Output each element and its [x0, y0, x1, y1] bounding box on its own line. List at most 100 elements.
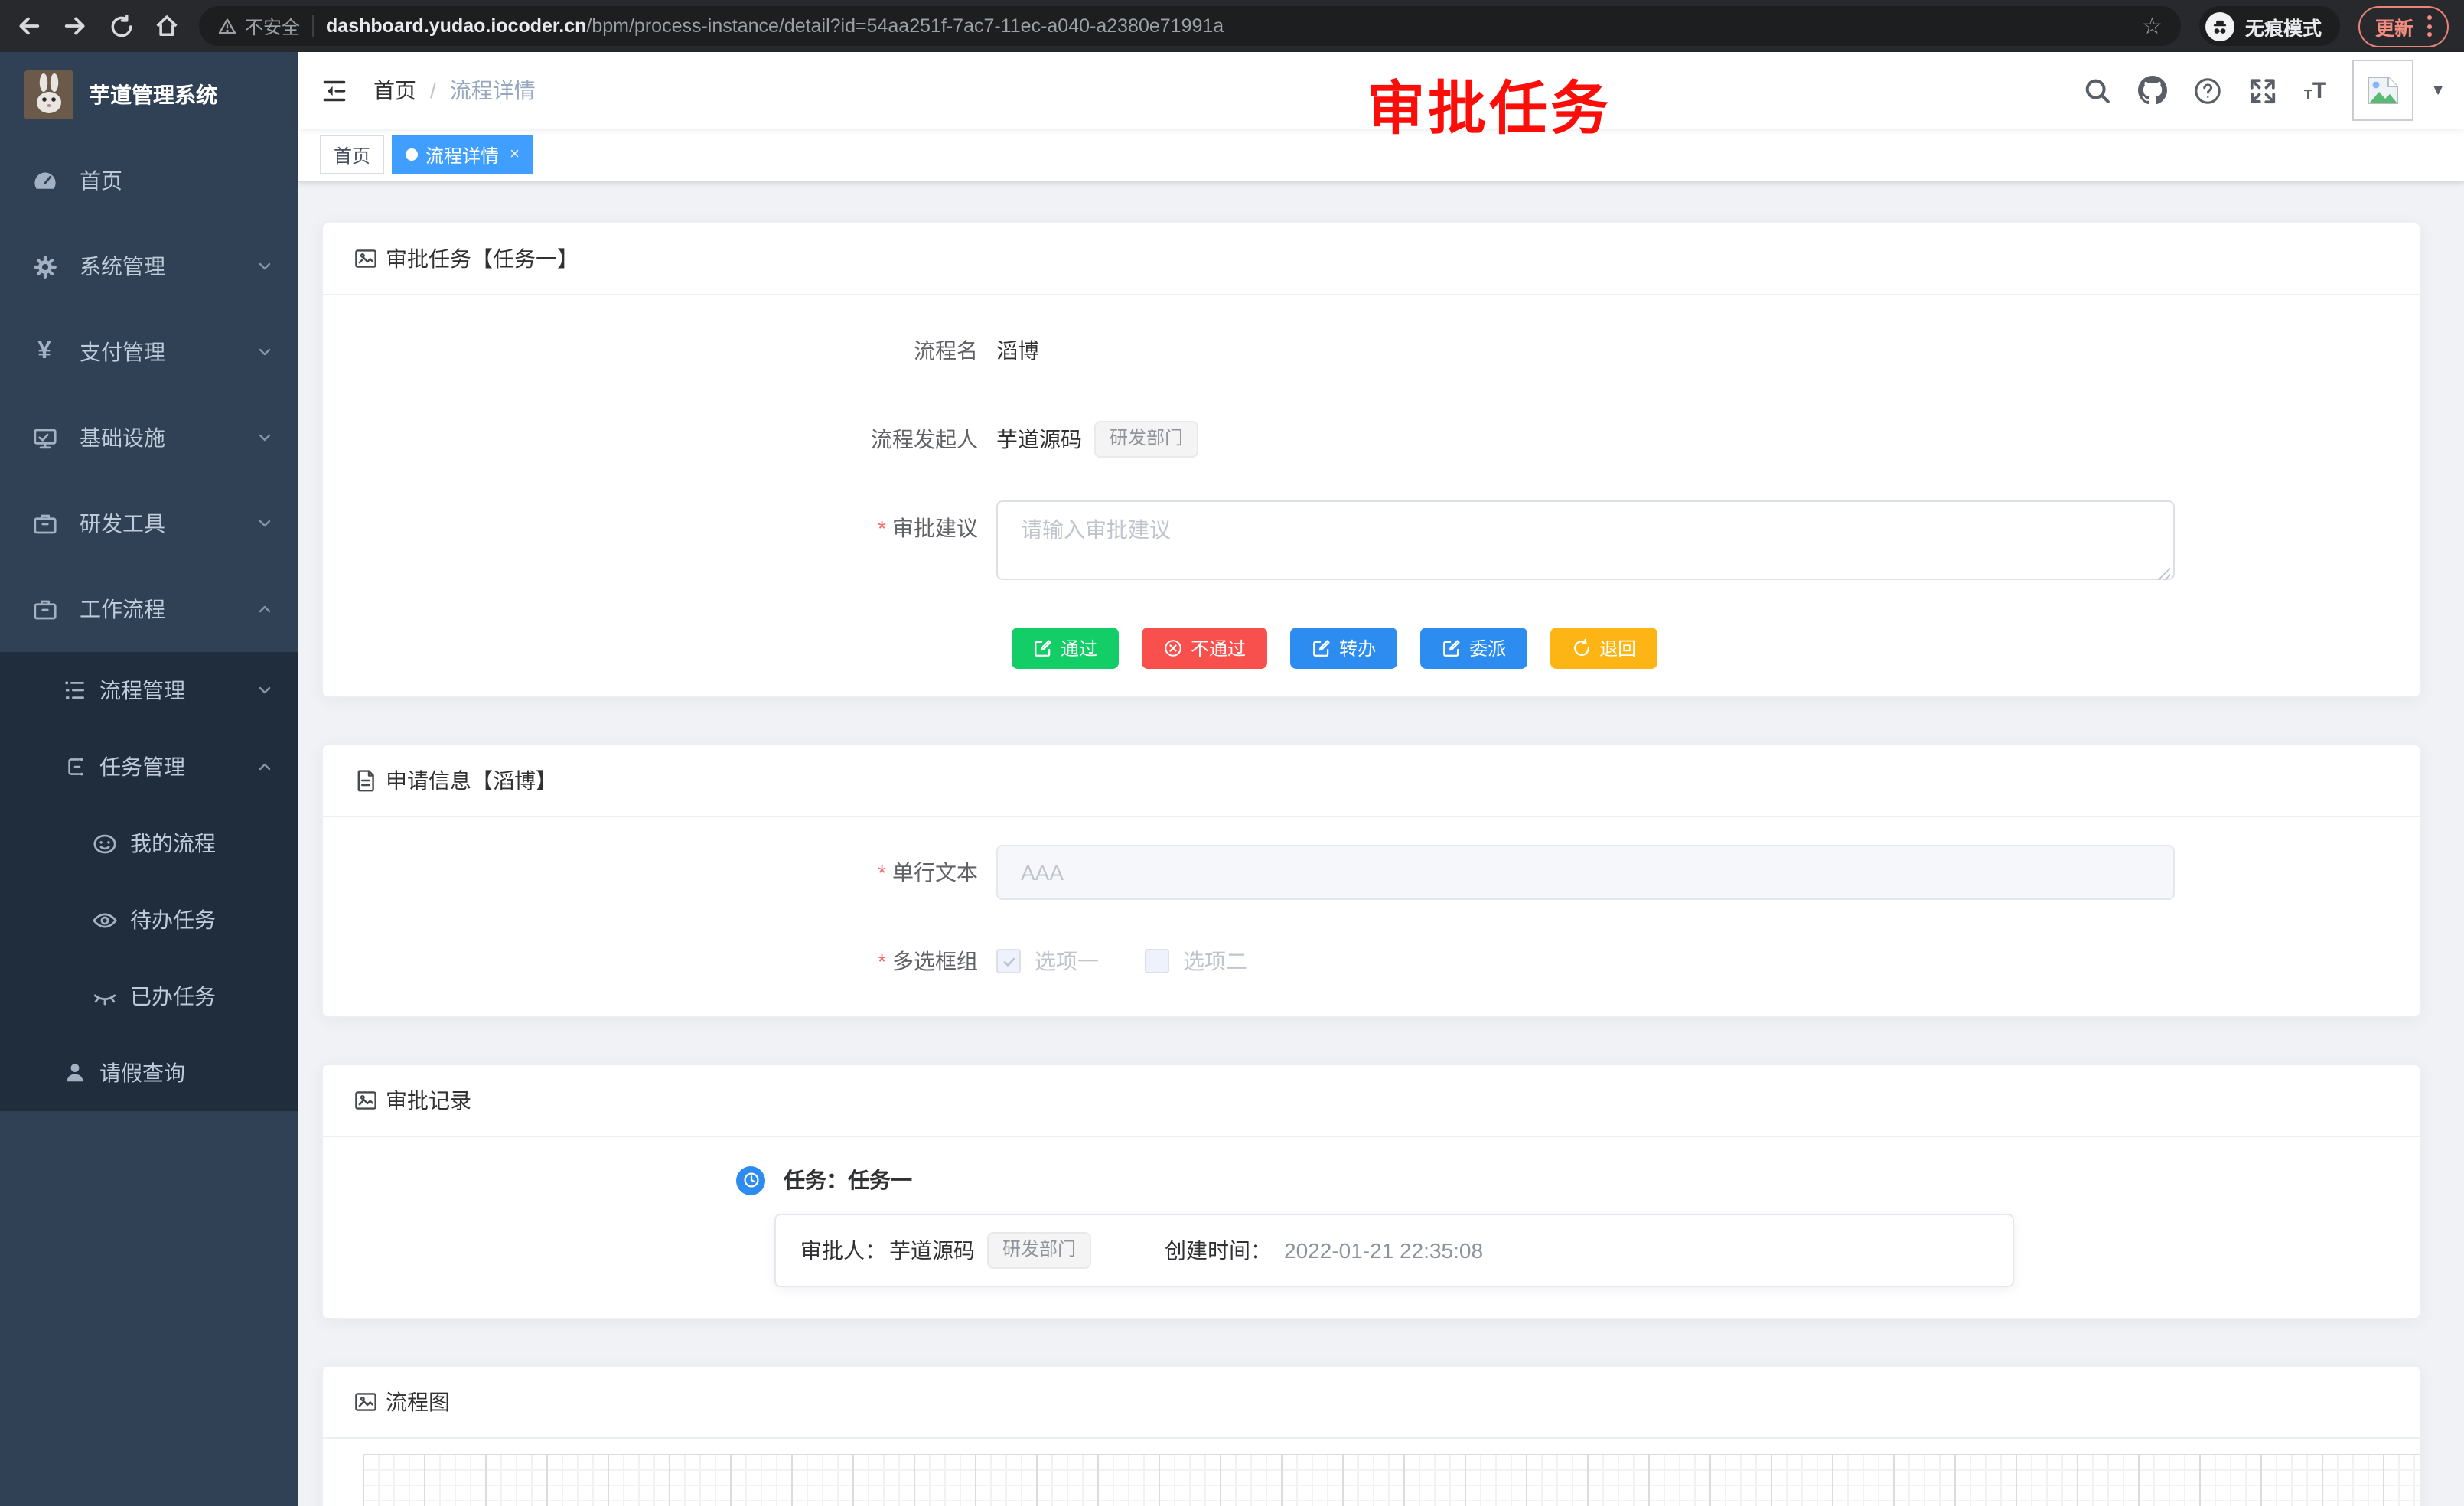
sidebar-item-task-mgmt[interactable]: 任务管理: [0, 729, 298, 805]
list-icon: [61, 677, 87, 703]
checkbox-group: 选项一 选项二: [996, 934, 1247, 989]
security-warning[interactable]: 不安全: [217, 13, 300, 39]
card-title: 审批记录: [386, 1085, 471, 1116]
close-icon[interactable]: ×: [510, 145, 520, 164]
approval-record-card: 审批记录 任务：任务一 审批人：芋道源码 研发部门 创建时间：: [321, 1064, 2421, 1319]
browser-menu-icon[interactable]: [2427, 15, 2432, 37]
incognito-badge: 无痕模式: [2199, 6, 2340, 46]
tag-process-detail[interactable]: 流程详情 ×: [392, 135, 533, 174]
sidebar: 芋道管理系统 首页 系统管理 ¥ 支付管理: [0, 52, 298, 1506]
avatar[interactable]: [2352, 60, 2413, 121]
screen: 不安全 dashboard.yudao.iocoder.cn/bpm/proce…: [0, 0, 2464, 1506]
back-icon[interactable]: [15, 12, 43, 40]
clock-icon: [736, 1165, 765, 1195]
chevron-down-icon: [256, 343, 274, 361]
dashboard-icon: [31, 167, 58, 194]
sidebar-item-label: 已办任务: [130, 981, 216, 1012]
action-buttons: 通过 不通过 转办 委: [1012, 628, 2389, 669]
app-title: 芋道管理系统: [89, 80, 217, 110]
chevron-down-icon: [256, 429, 274, 447]
transfer-button[interactable]: 转办: [1290, 628, 1397, 669]
timeline-item: 任务：任务一: [736, 1165, 2389, 1195]
card-title: 审批任务【任务一】: [386, 243, 579, 274]
edit-icon: [1033, 638, 1053, 658]
reload-icon[interactable]: [107, 12, 135, 40]
opinion-textarea[interactable]: [996, 500, 2175, 580]
circle-close-icon: [1163, 638, 1183, 658]
bpmn-canvas[interactable]: [363, 1454, 2420, 1506]
chevron-down-icon: [256, 257, 274, 275]
field-label: *多选框组: [797, 934, 996, 989]
checkbox-option-2: 选项二: [1145, 934, 1247, 989]
picture-icon: [354, 1088, 378, 1113]
breadcrumb-home[interactable]: 首页: [373, 75, 416, 106]
fullscreen-icon[interactable]: [2249, 76, 2278, 105]
sidebar-item-label: 支付管理: [80, 337, 165, 367]
checkbox-group-row: *多选框组 选项一: [797, 934, 2389, 989]
forward-icon[interactable]: [61, 12, 89, 40]
app-logo-row[interactable]: 芋道管理系统: [0, 52, 298, 138]
navbar-actions: TT ▼: [2084, 60, 2464, 121]
reject-button[interactable]: 不通过: [1142, 628, 1267, 669]
smiley-icon: [92, 830, 118, 856]
sidebar-item-label: 任务管理: [99, 751, 185, 782]
sidebar-item-home[interactable]: 首页: [0, 138, 298, 223]
picture-icon: [354, 1390, 378, 1414]
return-button[interactable]: 退回: [1550, 628, 1657, 669]
sidebar-item-label: 请假查询: [99, 1058, 185, 1088]
sidebar-toggle-icon[interactable]: [298, 52, 370, 129]
home-icon[interactable]: [153, 12, 181, 40]
urlbar-divider: [312, 15, 314, 37]
picture-icon: [354, 246, 378, 271]
application-info-card: 申请信息【滔博】 *单行文本 *多选框组: [321, 744, 2421, 1018]
card-header: 审批记录: [323, 1065, 2420, 1137]
opinion-row: *审批建议: [797, 500, 2389, 588]
red-annotation-text: 审批任务: [1367, 61, 1612, 145]
github-icon[interactable]: [2139, 76, 2168, 105]
checkbox-option-1: 选项一: [996, 934, 1099, 989]
update-label: 更新: [2375, 11, 2413, 41]
browser-update-button[interactable]: 更新: [2358, 5, 2449, 47]
address-bar[interactable]: 不安全 dashboard.yudao.iocoder.cn/bpm/proce…: [199, 6, 2181, 46]
required-asterisk: *: [878, 516, 886, 540]
checkbox-checked-icon: [996, 949, 1021, 973]
workflow-submenu: 流程管理 任务管理 我的流程: [0, 652, 298, 1111]
sidebar-item-todo-tasks[interactable]: 待办任务: [0, 882, 298, 958]
checkbox-unchecked-icon: [1145, 949, 1169, 973]
sidebar-item-leave-query[interactable]: 请假查询: [0, 1035, 298, 1111]
search-icon[interactable]: [2084, 76, 2113, 105]
field-label: *审批建议: [797, 500, 996, 588]
sidebar-item-workflow[interactable]: 工作流程: [0, 566, 298, 652]
record-detail-card: 审批人：芋道源码 研发部门 创建时间： 2022-01-21 22:35:08: [774, 1214, 2014, 1287]
sidebar-item-label: 基础设施: [80, 422, 165, 453]
checkbox-label: 选项一: [1035, 934, 1099, 989]
chevron-down-icon: [256, 514, 274, 533]
sidebar-item-label: 流程管理: [99, 675, 185, 706]
chevron-up-icon: [256, 758, 274, 776]
sidebar-item-done-tasks[interactable]: 已办任务: [0, 958, 298, 1035]
caret-down-icon[interactable]: ▼: [2430, 82, 2446, 99]
approve-button[interactable]: 通过: [1012, 628, 1119, 669]
sidebar-item-process-mgmt[interactable]: 流程管理: [0, 652, 298, 729]
bookmark-star-icon[interactable]: ☆: [2142, 15, 2163, 37]
sidebar-item-payment[interactable]: ¥ 支付管理: [0, 309, 298, 395]
help-icon[interactable]: [2194, 76, 2223, 105]
sidebar-item-system[interactable]: 系统管理: [0, 223, 298, 309]
font-size-icon[interactable]: TT: [2304, 79, 2326, 102]
page-content: 审批任务【任务一】 流程名 滔博 流程发起人 芋道源码: [298, 182, 2464, 1506]
sidebar-item-infra[interactable]: 基础设施: [0, 395, 298, 481]
process-name-value: 滔博: [996, 323, 1039, 378]
tag-label: 首页: [334, 142, 370, 168]
approver-name: 芋道源码: [889, 1235, 975, 1266]
delegate-button[interactable]: 委派: [1420, 628, 1527, 669]
card-title: 申请信息【滔博】: [386, 765, 557, 796]
card-header: 审批任务【任务一】: [323, 223, 2420, 295]
tag-home[interactable]: 首页: [320, 135, 384, 174]
url-text: dashboard.yudao.iocoder.cn/bpm/process-i…: [326, 15, 2130, 37]
sidebar-item-label: 待办任务: [130, 905, 216, 935]
sidebar-item-my-process[interactable]: 我的流程: [0, 805, 298, 882]
briefcase-icon: [31, 510, 58, 537]
warning-triangle-icon: [217, 16, 237, 36]
sidebar-item-devtools[interactable]: 研发工具: [0, 481, 298, 566]
single-text-row: *单行文本: [797, 845, 2389, 900]
